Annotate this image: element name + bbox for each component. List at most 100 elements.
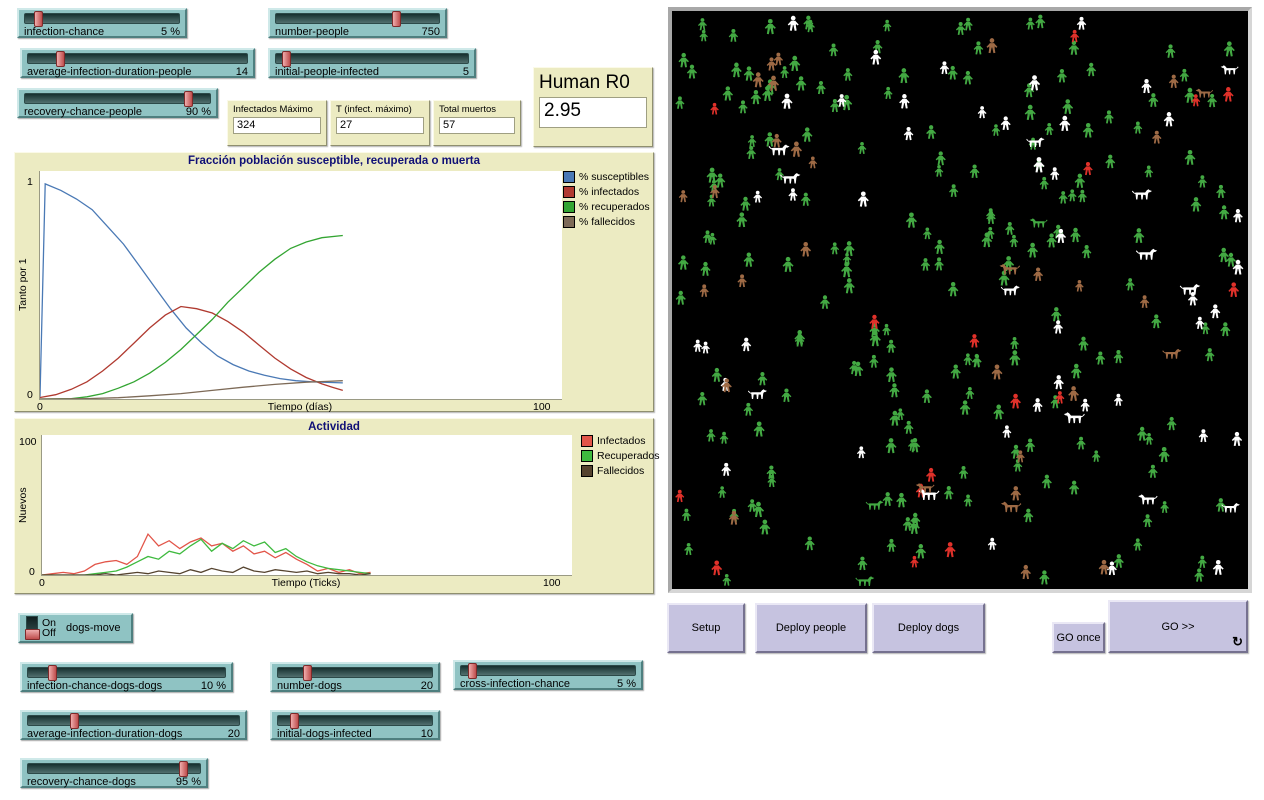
slider-value: 10 % xyxy=(201,680,226,692)
slider-thumb[interactable] xyxy=(282,51,291,67)
slider-value: 750 xyxy=(422,26,440,38)
slider-track[interactable] xyxy=(277,667,433,678)
slider-label: number-people xyxy=(275,26,349,38)
slider-label: recovery-chance-dogs xyxy=(27,776,136,788)
switch-handle[interactable] xyxy=(25,629,40,640)
slider-label: initial-dogs-infected xyxy=(277,728,372,740)
netlogo-epidemic-model-ui: infection-chance 5 % number-people 750 ave… xyxy=(0,0,1264,800)
deploy-dogs-button[interactable]: Deploy dogs xyxy=(872,603,985,653)
slider-label: number-dogs xyxy=(277,680,342,692)
deploy-people-button[interactable]: Deploy people xyxy=(755,603,867,653)
monitor-label: T (infect. máximo) xyxy=(336,104,424,115)
monitor-infectados-maximo: Infectados Máximo 324 xyxy=(227,100,327,146)
monitor-value: 27 xyxy=(336,117,424,134)
plot-legend: Infectados Recuperados Fallecidos xyxy=(581,435,659,477)
y-tick-max: 1 xyxy=(27,176,33,188)
setup-button[interactable]: Setup xyxy=(667,603,745,653)
slider-average-infection-duration-people[interactable]: average-infection-duration-people14 xyxy=(20,48,255,78)
button-label: Setup xyxy=(692,622,721,634)
go-once-button[interactable]: GO once xyxy=(1052,622,1105,653)
monitor-value: 324 xyxy=(233,117,321,134)
monitor-total-muertos: Total muertos 57 xyxy=(433,100,521,146)
button-label: GO >> xyxy=(1161,621,1194,633)
monitor-label: Infectados Máximo xyxy=(233,104,321,115)
x-tick-max: 100 xyxy=(543,577,561,589)
slider-thumb[interactable] xyxy=(303,665,312,681)
slider-recovery-chance-people[interactable]: recovery-chance-people 90 % xyxy=(17,88,218,118)
button-label: GO once xyxy=(1056,632,1100,644)
plot-title: Actividad xyxy=(15,421,653,433)
y-tick-min: 0 xyxy=(27,389,33,401)
slider-track[interactable] xyxy=(27,715,240,726)
slider-track[interactable] xyxy=(277,715,433,726)
legend-item: Infectados xyxy=(581,435,659,447)
slider-value: 95 % xyxy=(176,776,201,788)
legend-swatch-infectados xyxy=(563,186,575,198)
legend-item: % fallecidos xyxy=(563,216,650,228)
y-tick-max: 100 xyxy=(19,436,37,448)
switch-track[interactable] xyxy=(26,616,38,640)
slider-recovery-chance-dogs[interactable]: recovery-chance-dogs 95 % xyxy=(20,758,208,788)
legend-swatch-infectados xyxy=(581,435,593,447)
slider-track[interactable] xyxy=(24,13,180,24)
slider-number-people[interactable]: number-people 750 xyxy=(268,8,447,38)
legend-swatch-recuperados xyxy=(581,450,593,462)
monitor-value: 2.95 xyxy=(539,97,647,128)
slider-label: infection-chance xyxy=(24,26,104,38)
slider-thumb[interactable] xyxy=(56,51,65,67)
monitor-label: Total muertos xyxy=(439,104,515,115)
slider-thumb[interactable] xyxy=(179,761,188,777)
slider-thumb[interactable] xyxy=(184,91,193,107)
slider-average-infection-duration-dogs[interactable]: average-infection-duration-dogs 20 xyxy=(20,710,247,740)
slider-thumb[interactable] xyxy=(392,11,401,27)
slider-value: 20 xyxy=(228,728,240,740)
button-label: Deploy people xyxy=(776,622,846,634)
slider-thumb[interactable] xyxy=(48,665,57,681)
slider-infection-chance[interactable]: infection-chance 5 % xyxy=(17,8,187,38)
slider-number-dogs[interactable]: number-dogs20 xyxy=(270,662,440,692)
slider-thumb[interactable] xyxy=(70,713,79,729)
legend-label: Recuperados xyxy=(597,451,659,462)
plot-x-axis-label: Tiempo (días) xyxy=(39,401,561,413)
go-forever-button[interactable]: GO >> ↻ xyxy=(1108,600,1248,653)
slider-value: 10 xyxy=(421,728,433,740)
slider-cross-infection-chance[interactable]: cross-infection-chance5 % xyxy=(453,660,643,690)
slider-thumb[interactable] xyxy=(468,663,477,679)
dogs-move-switch[interactable]: On Off dogs-move xyxy=(18,613,133,643)
slider-thumb[interactable] xyxy=(290,713,299,729)
slider-track[interactable] xyxy=(275,53,469,64)
legend-label: % susceptibles xyxy=(579,172,649,183)
slider-track[interactable] xyxy=(27,53,248,64)
slider-value: 90 % xyxy=(186,106,211,118)
slider-track[interactable] xyxy=(27,667,226,678)
legend-swatch-susceptibles xyxy=(563,171,575,183)
world-view[interactable] xyxy=(668,7,1252,593)
plot-canvas xyxy=(40,171,562,399)
plot-legend: % susceptibles % infectados % recuperado… xyxy=(563,171,650,228)
slider-initial-dogs-infected[interactable]: initial-dogs-infected 10 xyxy=(270,710,440,740)
slider-thumb[interactable] xyxy=(34,11,43,27)
forever-icon: ↻ xyxy=(1232,634,1243,650)
plot-fraccion-poblacion: Fracción población susceptible, recupera… xyxy=(14,152,654,412)
slider-value: 5 xyxy=(463,66,469,78)
world-svg xyxy=(672,11,1248,589)
slider-track[interactable] xyxy=(27,763,201,774)
slider-track[interactable] xyxy=(24,93,211,104)
switch-off-label: Off xyxy=(42,628,56,638)
slider-track[interactable] xyxy=(275,13,440,24)
legend-swatch-fallecidos xyxy=(563,216,575,228)
slider-label: infection-chance-dogs-dogs xyxy=(27,680,162,692)
slider-label: average-infection-duration-dogs xyxy=(27,728,182,740)
slider-track[interactable] xyxy=(460,665,636,676)
slider-value: 5 % xyxy=(161,26,180,38)
legend-swatch-recuperados xyxy=(563,201,575,213)
slider-infection-chance-dogs-dogs[interactable]: infection-chance-dogs-dogs 10 % xyxy=(20,662,233,692)
legend-item: Recuperados xyxy=(581,450,659,462)
monitor-label: Human R0 xyxy=(539,71,647,95)
slider-initial-people-infected[interactable]: initial-people-infected5 xyxy=(268,48,476,78)
slider-label: recovery-chance-people xyxy=(24,106,142,118)
legend-item: % susceptibles xyxy=(563,171,650,183)
legend-swatch-fallecidos xyxy=(581,465,593,477)
legend-label: % infectados xyxy=(579,187,639,198)
slider-value: 14 xyxy=(236,66,248,78)
